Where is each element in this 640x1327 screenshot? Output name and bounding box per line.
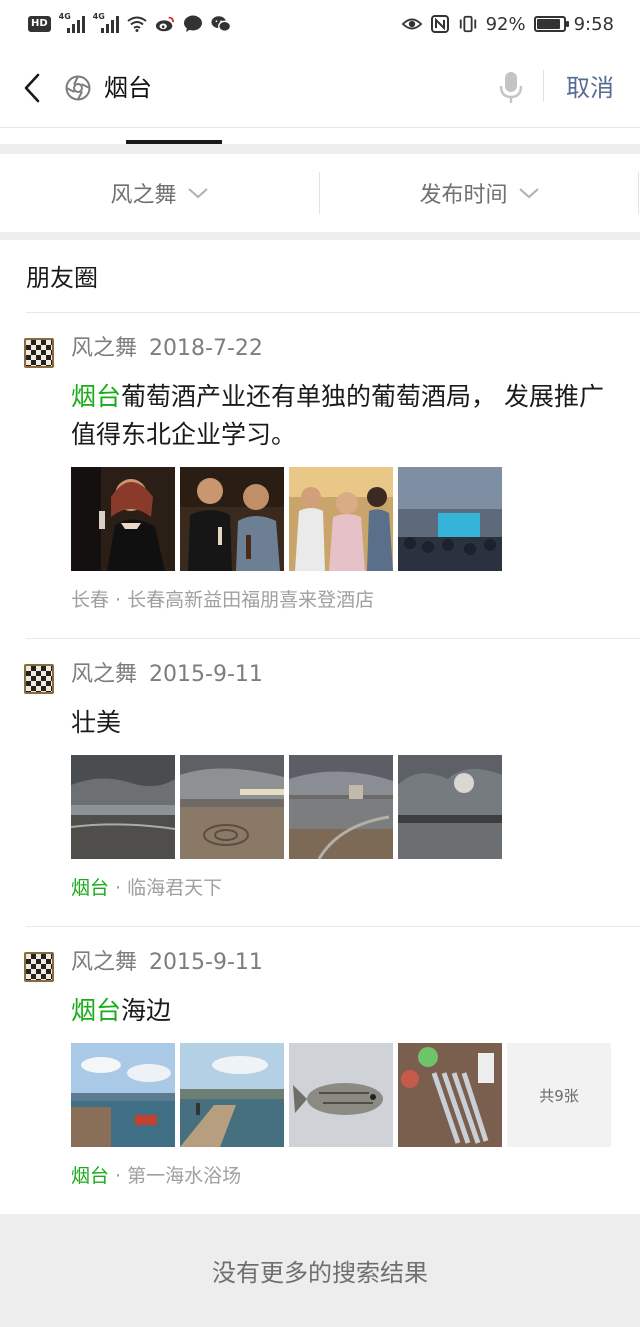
post-date: 2015-9-11 [149, 662, 263, 687]
divider [0, 232, 640, 240]
wifi-icon [127, 15, 147, 33]
post-location[interactable]: 长春 · 长春高新益田福朋喜来登酒店 [71, 586, 374, 614]
post-text: 壮美 [71, 704, 611, 742]
search-input[interactable]: 烟台 [104, 72, 152, 104]
photo-thumbnail[interactable] [180, 755, 284, 859]
photo-thumbnail[interactable] [398, 1043, 502, 1147]
photo-thumbnail[interactable] [71, 1043, 175, 1147]
cancel-button[interactable]: 取消 [566, 72, 614, 104]
photo-thumbnail[interactable] [398, 755, 502, 859]
filter-author-label: 风之舞 [110, 183, 177, 208]
nfc-icon [430, 15, 450, 33]
chevron-left-icon [24, 73, 40, 103]
post-text-body: 葡萄酒产业还有单独的葡萄酒局， 发展推广值得东北企业学习。 [71, 382, 604, 449]
photo-thumbnail[interactable] [289, 1043, 393, 1147]
post-text-body: 海边 [121, 996, 172, 1025]
post-author: 风之舞 [71, 336, 138, 361]
photo-grid [71, 467, 502, 571]
post-author: 风之舞 [71, 950, 138, 975]
vibrate-icon [458, 15, 478, 33]
moments-icon [64, 74, 92, 102]
hd-icon: HD [28, 16, 51, 32]
battery-icon [533, 16, 569, 32]
filter-time-dropdown[interactable]: 发布时间 [320, 154, 639, 232]
post-meta: 风之舞 2015-9-11 [71, 660, 263, 690]
location-city: 长春 [71, 589, 110, 611]
photo-thumbnail[interactable] [180, 1043, 284, 1147]
post-meta: 风之舞 2015-9-11 [71, 948, 263, 978]
post-date: 2018-7-22 [149, 336, 263, 361]
photo-thumbnail[interactable] [71, 755, 175, 859]
photo-thumbnail[interactable] [289, 755, 393, 859]
post-meta: 风之舞 2018-7-22 [71, 334, 263, 364]
keyword-highlight: 烟台 [71, 382, 122, 411]
header-divider [543, 70, 544, 102]
moment-post[interactable]: 风之舞 2015-9-11 烟台海边 共9张 烟台 · 第一海水浴场 [0, 926, 640, 1214]
back-button[interactable] [16, 68, 48, 108]
moment-post[interactable]: 风之舞 2015-9-11 壮美 烟台 · 临海君天下 [0, 638, 640, 926]
location-place: 长春高新益田福朋喜来登酒店 [127, 589, 375, 611]
no-more-results-label: 没有更多的搜索结果 [212, 1259, 428, 1287]
divider [0, 144, 640, 154]
filter-bar: 风之舞 发布时间 [0, 154, 640, 232]
battery-percent: 92% [485, 13, 526, 35]
filter-divider [638, 172, 639, 214]
post-date: 2015-9-11 [149, 950, 263, 975]
weibo-icon [155, 15, 175, 33]
section-title: 朋友圈 [26, 264, 98, 292]
location-place: 临海君天下 [127, 877, 223, 899]
post-text: 烟台海边 [71, 992, 611, 1030]
post-text-body: 壮美 [71, 708, 122, 737]
signal-icon: 4G [59, 12, 85, 33]
keyword-highlight: 烟台 [71, 996, 122, 1025]
photo-grid [71, 755, 502, 859]
filter-time-label: 发布时间 [419, 183, 508, 208]
filter-author-dropdown[interactable]: 风之舞 [0, 154, 319, 232]
avatar[interactable] [24, 338, 54, 368]
post-location[interactable]: 烟台 · 临海君天下 [71, 874, 222, 902]
clock: 9:58 [573, 13, 614, 35]
avatar[interactable] [24, 952, 54, 982]
avatar[interactable] [24, 664, 54, 694]
signal-icon: 4G [93, 12, 119, 33]
photo-thumbnail[interactable] [398, 467, 502, 571]
chat-bubble-icon [183, 15, 203, 33]
moment-post[interactable]: 风之舞 2018-7-22 烟台葡萄酒产业还有单独的葡萄酒局， 发展推广值得东北企… [0, 312, 640, 638]
post-author: 风之舞 [71, 662, 138, 687]
photo-thumbnail[interactable] [180, 467, 284, 571]
chevron-down-icon [187, 188, 208, 199]
location-city: 烟台 [71, 1165, 110, 1187]
microphone-icon[interactable] [498, 70, 524, 106]
wechat-icon [211, 15, 231, 33]
chevron-down-icon [518, 188, 539, 199]
more-photos-tile[interactable]: 共9张 [507, 1043, 611, 1147]
eye-icon [401, 15, 422, 33]
photo-thumbnail[interactable] [289, 467, 393, 571]
location-city: 烟台 [71, 877, 110, 899]
post-location[interactable]: 烟台 · 第一海水浴场 [71, 1162, 241, 1190]
photo-grid: 共9张 [71, 1043, 611, 1147]
no-more-results: 没有更多的搜索结果 [0, 1214, 640, 1327]
photo-thumbnail[interactable] [71, 467, 175, 571]
location-place: 第一海水浴场 [127, 1165, 242, 1187]
post-text: 烟台葡萄酒产业还有单独的葡萄酒局， 发展推广值得东北企业学习。 [71, 378, 611, 454]
search-header: 烟台 取消 [0, 48, 640, 128]
status-bar: HD 4G 4G 92% 9:58 [0, 0, 640, 48]
